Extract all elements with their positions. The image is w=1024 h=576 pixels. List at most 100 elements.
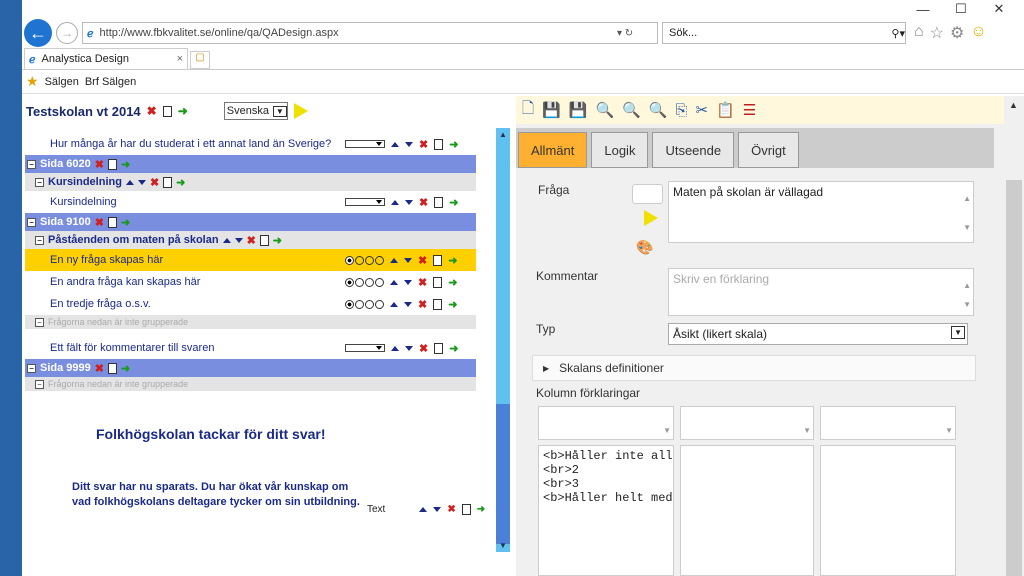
play-icon[interactable] — [293, 103, 308, 119]
tab-logik[interactable]: Logik — [591, 132, 649, 168]
delete-icon[interactable]: ✖ — [418, 254, 427, 267]
skala-section[interactable]: ▶ Skalans definitioner — [532, 355, 976, 381]
kolumn-header-1[interactable]: ▼ — [538, 406, 674, 440]
move-up-icon[interactable] — [125, 179, 134, 185]
arrow-right-icon[interactable]: ➜ — [477, 504, 485, 515]
tab-utseende[interactable]: Utseende — [652, 132, 735, 168]
maximize-button[interactable]: ☐ — [942, 1, 980, 17]
document-icon[interactable] — [107, 158, 117, 170]
move-up-icon[interactable] — [390, 279, 398, 285]
move-down-icon[interactable] — [404, 279, 412, 285]
move-up-icon[interactable] — [390, 257, 398, 263]
scroll-down-icon[interactable]: ▼ — [963, 223, 971, 232]
gear-icon[interactable]: ⚙ — [950, 23, 964, 43]
browser-tab[interactable]: ℯ Analystica Design × — [24, 48, 188, 69]
right-scrollbar[interactable]: ▲ — [1004, 96, 1024, 576]
move-up-icon[interactable] — [391, 199, 399, 205]
scroll-down-icon[interactable]: ▼ — [963, 300, 971, 309]
delete-icon[interactable]: ✖ — [95, 158, 104, 171]
document-icon[interactable] — [433, 276, 443, 288]
document-icon[interactable] — [461, 504, 471, 515]
find-icon[interactable]: 🔍 — [649, 101, 668, 119]
question-row[interactable]: Hur många år har du studerat i ett annat… — [25, 133, 476, 155]
ungrouped-row[interactable]: − Frågorna nedan är inte grupperade — [25, 315, 476, 329]
copy-icon[interactable]: ⎘ — [676, 102, 688, 119]
arrow-right-icon[interactable]: ➜ — [178, 104, 188, 118]
play-icon[interactable] — [644, 210, 658, 226]
delete-icon[interactable]: ✖ — [147, 104, 157, 118]
scroll-up-icon[interactable]: ▲ — [963, 281, 971, 290]
save-icon[interactable]: 💾 — [542, 101, 561, 119]
language-select[interactable]: Svenska ▼ — [223, 102, 288, 120]
delete-icon[interactable]: ✖ — [247, 234, 256, 247]
tab-allmant[interactable]: Allmänt — [518, 132, 588, 168]
fraga-input[interactable]: Maten på skolan är vällagad ▲ ▼ — [668, 181, 974, 243]
arrow-right-icon[interactable]: ➜ — [448, 276, 457, 289]
scroll-thumb[interactable] — [1006, 180, 1022, 576]
document-icon[interactable] — [163, 176, 173, 188]
tab-ovrigt[interactable]: Övrigt — [738, 132, 799, 168]
page-row[interactable]: − Sida 9999 ✖ ➜ — [25, 359, 476, 377]
move-up-icon[interactable] — [222, 237, 231, 243]
question-row[interactable]: En tredje fråga o.s.v. ✖ ➜ — [25, 293, 476, 315]
kolumn-text-1[interactable]: <b>Håller inte alls m <br>2 <br>3 <b>Hål… — [538, 445, 674, 576]
document-icon[interactable] — [433, 298, 443, 310]
arrow-right-icon[interactable]: ➜ — [449, 138, 458, 151]
arrow-right-icon[interactable]: ➜ — [449, 196, 458, 209]
question-row[interactable]: Kursindelning ✖ ➜ — [25, 191, 476, 213]
move-down-icon[interactable] — [405, 345, 413, 351]
kolumn-text-2[interactable] — [680, 445, 814, 576]
kolumn-text-3[interactable] — [820, 445, 956, 576]
kommentar-input[interactable]: Skriv en förklaring ▲ ▼ — [668, 268, 974, 316]
move-up-icon[interactable] — [419, 507, 428, 512]
address-bar[interactable]: ℯ http://www.fbkvalitet.se/online/qa/QAD… — [82, 22, 658, 44]
move-up-icon[interactable] — [390, 301, 398, 307]
delete-icon[interactable]: ✖ — [419, 196, 428, 209]
arrow-right-icon[interactable]: ➜ — [448, 298, 457, 311]
typ-select[interactable]: Åsikt (likert skala) ▼ — [668, 323, 968, 345]
collapse-icon[interactable]: − — [35, 317, 44, 327]
delete-icon[interactable]: ✖ — [150, 176, 159, 189]
favorites-star-icon[interactable]: ★ — [26, 73, 39, 90]
refresh-icon[interactable]: ▾ ↻ — [617, 28, 657, 39]
search-icon[interactable]: ⚲▾ — [891, 27, 905, 40]
fav-item-link[interactable]: Brf Sälgen — [85, 76, 136, 88]
ungrouped-row[interactable]: − Frågorna nedan är inte grupperade — [25, 377, 476, 391]
document-icon[interactable] — [434, 138, 444, 150]
collapse-icon[interactable]: − — [27, 159, 36, 169]
fraga-color-button[interactable] — [632, 184, 663, 204]
collapse-icon[interactable]: − — [27, 363, 36, 373]
scroll-down-icon[interactable]: ▼ — [499, 541, 507, 550]
delete-icon[interactable]: ✖ — [419, 138, 428, 151]
arrow-right-icon[interactable]: ➜ — [273, 234, 282, 247]
back-icon[interactable]: ← — [24, 19, 52, 47]
scroll-thumb[interactable] — [496, 404, 510, 544]
left-scrollbar[interactable]: ▲ ▼ — [496, 128, 510, 552]
smiley-icon[interactable]: ☺ — [970, 23, 986, 43]
move-down-icon[interactable] — [433, 507, 442, 512]
delete-icon[interactable]: ✖ — [95, 216, 104, 229]
arrow-right-icon[interactable]: ➜ — [121, 216, 130, 229]
move-down-icon[interactable] — [404, 301, 412, 307]
document-icon[interactable] — [107, 216, 117, 228]
kolumn-header-3[interactable]: ▼ — [820, 406, 956, 440]
new-file-icon[interactable]: 🗋 — [522, 98, 534, 123]
collapse-icon[interactable]: − — [35, 379, 44, 389]
minimize-button[interactable]: — — [904, 2, 942, 17]
move-down-icon[interactable] — [405, 141, 413, 147]
scroll-down-icon[interactable]: ▼ — [803, 426, 811, 435]
arrow-right-icon[interactable]: ➜ — [449, 342, 458, 355]
document-icon[interactable] — [259, 234, 269, 246]
preview-icon[interactable]: 🔍 — [595, 101, 614, 119]
delete-icon[interactable]: ✖ — [95, 362, 104, 375]
document-icon[interactable] — [162, 105, 172, 117]
document-icon[interactable] — [107, 362, 117, 374]
question-row[interactable]: En andra fråga kan skapas här ✖ ➜ — [25, 271, 476, 293]
scroll-down-icon[interactable]: ▼ — [945, 426, 953, 435]
search-box[interactable]: Sök... ⚲▾ — [662, 22, 906, 44]
fav-home-link[interactable]: Sälgen — [45, 76, 79, 88]
move-down-icon[interactable] — [234, 237, 243, 243]
scroll-down-icon[interactable]: ▼ — [663, 426, 671, 435]
collapse-icon[interactable]: − — [27, 217, 36, 227]
question-row-selected[interactable]: En ny fråga skapas här ✖ ➜ — [25, 249, 476, 271]
